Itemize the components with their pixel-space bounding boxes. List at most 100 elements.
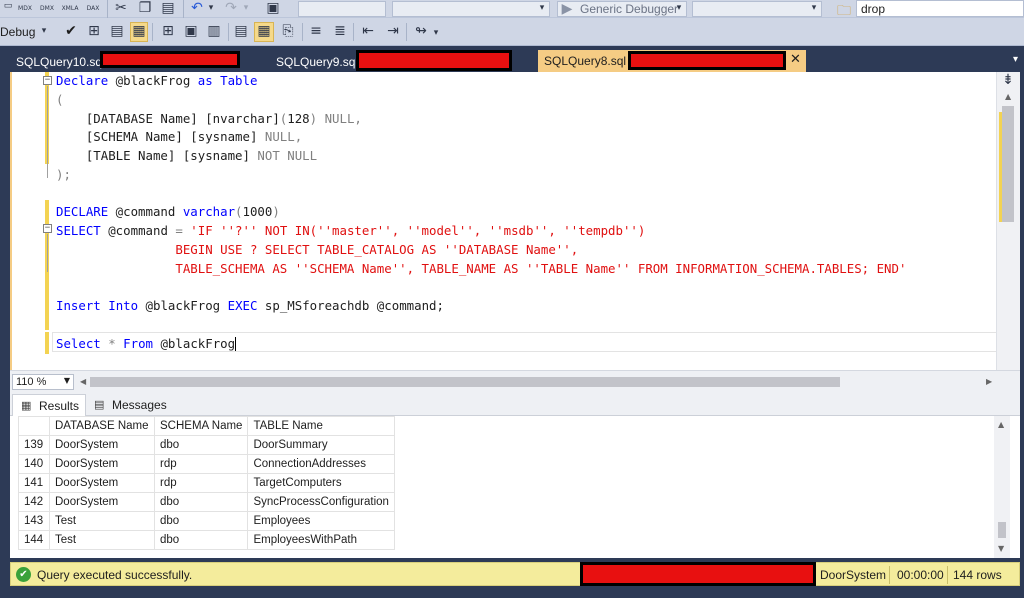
table-cell[interactable]: EmployeesWithPath — [247, 530, 395, 550]
undo-dropdown-icon[interactable]: ▾ — [207, 3, 215, 13]
grid-vertical-scrollbar[interactable]: ▲ ▼ — [994, 416, 1010, 558]
redo-icon[interactable]: ↷ — [222, 0, 240, 16]
code-line[interactable]: SELECT @command = 'IF ''?'' NOT IN(''mas… — [56, 222, 645, 240]
scroll-thumb[interactable] — [998, 522, 1006, 538]
code-line[interactable]: ( — [56, 91, 63, 109]
comment-icon[interactable]: ≡ — [308, 23, 324, 39]
table-row[interactable]: 144 Test dbo EmployeesWithPath — [18, 530, 395, 550]
parse-check-icon[interactable]: ✔ — [63, 23, 79, 39]
dmx-icon[interactable]: DMX — [37, 5, 57, 12]
column-header[interactable]: DATABASE Name — [49, 416, 155, 436]
tab-list-dropdown-icon[interactable]: ▾ — [1013, 54, 1018, 65]
redo-dropdown-icon[interactable]: ▾ — [242, 3, 250, 13]
code-line[interactable]: ); — [56, 166, 71, 184]
table-cell[interactable]: dbo — [153, 492, 249, 512]
editor-horizontal-scrollbar[interactable] — [80, 377, 990, 387]
column-header[interactable]: TABLE Name — [247, 416, 395, 436]
row-number[interactable]: 139 — [18, 435, 50, 455]
tab-sqlquery9[interactable]: SQLQuery9.sql — [260, 50, 358, 72]
toolbar-combo-1[interactable] — [298, 1, 386, 17]
zoom-select[interactable]: 110 % ▼ — [12, 374, 74, 390]
scroll-right-icon[interactable]: ▶ — [986, 377, 992, 386]
code-line[interactable]: BEGIN USE ? SELECT TABLE_CATALOG AS ''DA… — [56, 241, 578, 259]
table-row[interactable]: 142 DoorSystem dbo SyncProcessConfiguration — [18, 492, 395, 512]
results-grid-toggle-icon[interactable]: ▦ — [254, 22, 274, 42]
scroll-thumb[interactable] — [1002, 106, 1014, 222]
search-input[interactable]: drop — [856, 0, 1024, 17]
results-grid[interactable]: DATABASE Name SCHEMA Name TABLE Name 139… — [10, 416, 1020, 558]
close-tab-icon[interactable]: ✕ — [790, 52, 801, 67]
actual-plan-icon[interactable]: ⊞ — [160, 23, 176, 39]
collapse-icon[interactable]: − — [43, 76, 52, 85]
table-row[interactable]: 141 DoorSystem rdp TargetComputers — [18, 473, 395, 493]
table-cell[interactable]: DoorSystem — [49, 473, 155, 493]
code-line[interactable]: DECLARE @command varchar(1000) — [56, 203, 280, 221]
debugger-select[interactable]: ▶ Generic Debugger ▾ — [557, 1, 687, 17]
scroll-up-icon[interactable]: ▲ — [998, 420, 1004, 429]
query-options-icon[interactable]: ▤ — [109, 23, 125, 39]
table-cell[interactable]: rdp — [153, 454, 249, 474]
row-number[interactable]: 142 — [18, 492, 50, 512]
results-to-file-icon[interactable]: ⎘ — [280, 23, 296, 39]
table-cell[interactable]: DoorSummary — [247, 435, 395, 455]
toolbar-combo-2[interactable]: ▾ — [392, 1, 550, 17]
table-cell[interactable]: dbo — [153, 530, 249, 550]
indent-icon[interactable]: ⇥ — [385, 23, 401, 39]
collapse-icon[interactable]: − — [43, 224, 52, 233]
code-line[interactable]: [TABLE Name] [sysname] NOT NULL — [56, 147, 317, 165]
query-editor[interactable]: − − Declare @blackFrog as Table( [DATABA… — [10, 72, 1020, 370]
code-line[interactable]: TABLE_SCHEMA AS ''SCHEMA Name'', TABLE_N… — [56, 260, 906, 278]
activity-monitor-icon[interactable]: ▣ — [264, 0, 282, 16]
results-to-grid-icon[interactable]: ▦ — [130, 22, 148, 42]
code-line[interactable]: Insert Into @blackFrog EXEC sp_MSforeach… — [56, 297, 444, 315]
table-cell[interactable]: DoorSystem — [49, 492, 155, 512]
code-line[interactable]: Select * From @blackFrog — [56, 335, 237, 353]
table-row[interactable]: 143 Test dbo Employees — [18, 511, 395, 531]
xmla-icon[interactable]: XMLA — [59, 5, 81, 12]
editor-vertical-scrollbar[interactable]: ⇟ ▲ — [996, 72, 1020, 370]
paste-icon[interactable]: ▤ — [160, 0, 176, 16]
split-icon[interactable]: ⇟ — [1001, 72, 1015, 88]
row-number-header[interactable] — [18, 416, 50, 436]
tab-results[interactable]: ▦ Results — [12, 394, 86, 416]
code-line[interactable]: [SCHEMA Name] [sysname] NULL, — [56, 128, 302, 146]
scroll-down-icon[interactable]: ▼ — [998, 544, 1004, 553]
table-cell[interactable]: TargetComputers — [247, 473, 395, 493]
tab-messages[interactable]: ▤ Messages — [86, 394, 172, 416]
table-cell[interactable]: DoorSystem — [49, 454, 155, 474]
table-cell[interactable]: DoorSystem — [49, 435, 155, 455]
row-number[interactable]: 141 — [18, 473, 50, 493]
statistics-icon[interactable]: ▣ — [183, 23, 199, 39]
table-row[interactable]: 139 DoorSystem dbo DoorSummary — [18, 435, 395, 455]
results-to-text-icon[interactable]: ▤ — [233, 23, 249, 39]
table-cell[interactable]: rdp — [153, 473, 249, 493]
table-cell[interactable]: ConnectionAddresses — [247, 454, 395, 474]
scroll-up-icon[interactable]: ▲ — [1005, 92, 1011, 101]
dax-icon[interactable]: DAX — [83, 5, 103, 12]
table-cell[interactable]: Test — [49, 511, 155, 531]
copy-icon[interactable]: ❐ — [137, 0, 153, 16]
table-row[interactable]: 140 DoorSystem rdp ConnectionAddresses — [18, 454, 395, 474]
code-line[interactable]: Declare @blackFrog as Table — [56, 72, 257, 90]
column-header[interactable]: SCHEMA Name — [153, 416, 249, 436]
tab-sqlquery10[interactable]: SQLQuery10.sql — [0, 50, 105, 72]
debug-dropdown-icon[interactable]: ▾ — [40, 26, 48, 36]
row-number[interactable]: 143 — [18, 511, 50, 531]
toolbar-overflow-icon[interactable]: ▾ — [432, 28, 440, 38]
table-cell[interactable]: Test — [49, 530, 155, 550]
table-cell[interactable]: Employees — [247, 511, 395, 531]
table-cell[interactable]: dbo — [153, 511, 249, 531]
debug-label[interactable]: Debug — [0, 25, 35, 39]
specify-values-icon[interactable]: ↬ — [412, 23, 430, 39]
row-number[interactable]: 144 — [18, 530, 50, 550]
table-cell[interactable]: dbo — [153, 435, 249, 455]
row-number[interactable]: 140 — [18, 454, 50, 474]
undo-icon[interactable]: ↶ — [188, 0, 206, 16]
uncomment-icon[interactable]: ≣ — [332, 23, 348, 39]
client-stats-icon[interactable]: ▥ — [206, 23, 222, 39]
estimated-plan-icon[interactable]: ⊞ — [86, 23, 102, 39]
mdx-icon[interactable]: ▭ — [0, 1, 16, 11]
scroll-thumb[interactable] — [90, 377, 840, 387]
toolbar-combo-3[interactable]: ▾ — [692, 1, 822, 17]
cut-icon[interactable]: ✂ — [113, 0, 129, 16]
